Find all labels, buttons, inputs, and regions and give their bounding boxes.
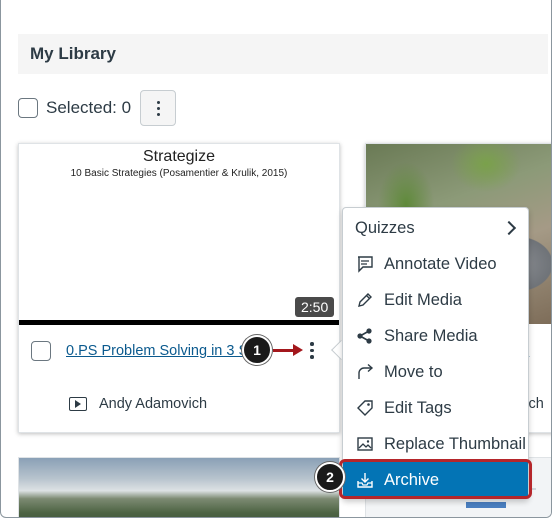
select-all-checkbox[interactable] xyxy=(18,98,38,118)
bulk-actions-button[interactable] xyxy=(140,90,177,126)
menu-item-label: Replace Thumbnail xyxy=(384,434,526,453)
menu-item-label: Annotate Video xyxy=(384,254,497,273)
menu-item-label: Share Media xyxy=(384,326,478,345)
slide-title: Strategize xyxy=(142,148,216,165)
selection-toolbar: Selected: 0 xyxy=(18,89,177,127)
callout-badge-1: 1 xyxy=(242,335,272,365)
tag-icon xyxy=(356,399,374,417)
kebab-icon xyxy=(156,100,160,116)
media-owner: Andy Adamovich xyxy=(69,396,207,412)
app-frame: My Library Selected: 0 Strategize 10 Bas… xyxy=(0,0,552,518)
owner-name: Andy Adamovich xyxy=(99,396,208,412)
share-icon xyxy=(356,327,374,345)
callout-arrow-head xyxy=(293,344,303,356)
menu-item-move-to[interactable]: Move to xyxy=(343,354,528,390)
menu-item-label: Edit Media xyxy=(384,290,462,309)
media-select-checkbox[interactable] xyxy=(31,341,51,361)
menu-item-label: Edit Tags xyxy=(384,398,452,417)
media-card: Strategize 10 Basic Strategies (Posament… xyxy=(18,143,340,433)
video-icon xyxy=(69,397,87,411)
media-thumbnail[interactable] xyxy=(18,457,340,517)
menu-item-quizzes[interactable]: Quizzes xyxy=(343,210,528,246)
kebab-icon xyxy=(310,342,314,359)
archive-highlight xyxy=(339,459,532,499)
chevron-right-icon xyxy=(501,220,517,236)
media-options-menu: Quizzes Annotate Video Edit Media Share … xyxy=(342,207,529,499)
video-progress-bar xyxy=(19,320,339,325)
duration-badge: 2:50 xyxy=(295,297,335,317)
menu-item-label: Move to xyxy=(384,362,443,381)
menu-item-replace-thumbnail[interactable]: Replace Thumbnail xyxy=(343,426,528,462)
menu-item-share-media[interactable]: Share Media xyxy=(343,318,528,354)
library-header: My Library xyxy=(18,34,548,74)
callout-badge-2: 2 xyxy=(315,462,345,492)
slide-subtitle: 10 Basic Strategies (Posamentier & Kruli… xyxy=(70,168,288,179)
move-arrow-icon xyxy=(356,363,374,381)
library-title: My Library xyxy=(30,44,116,63)
media-thumbnail[interactable]: Strategize 10 Basic Strategies (Posament… xyxy=(19,144,339,325)
annotate-icon xyxy=(356,255,374,273)
menu-item-label: Quizzes xyxy=(355,218,415,237)
menu-item-edit-media[interactable]: Edit Media xyxy=(343,282,528,318)
menu-item-edit-tags[interactable]: Edit Tags xyxy=(343,390,528,426)
pencil-icon xyxy=(356,291,374,309)
media-title-link[interactable]: 0.PS Problem Solving in 3 Steps xyxy=(66,343,261,359)
media-options-button[interactable] xyxy=(310,342,314,359)
image-icon xyxy=(356,435,374,453)
selected-count-label: Selected: 0 xyxy=(46,98,132,117)
menu-item-annotate-video[interactable]: Annotate Video xyxy=(343,246,528,282)
